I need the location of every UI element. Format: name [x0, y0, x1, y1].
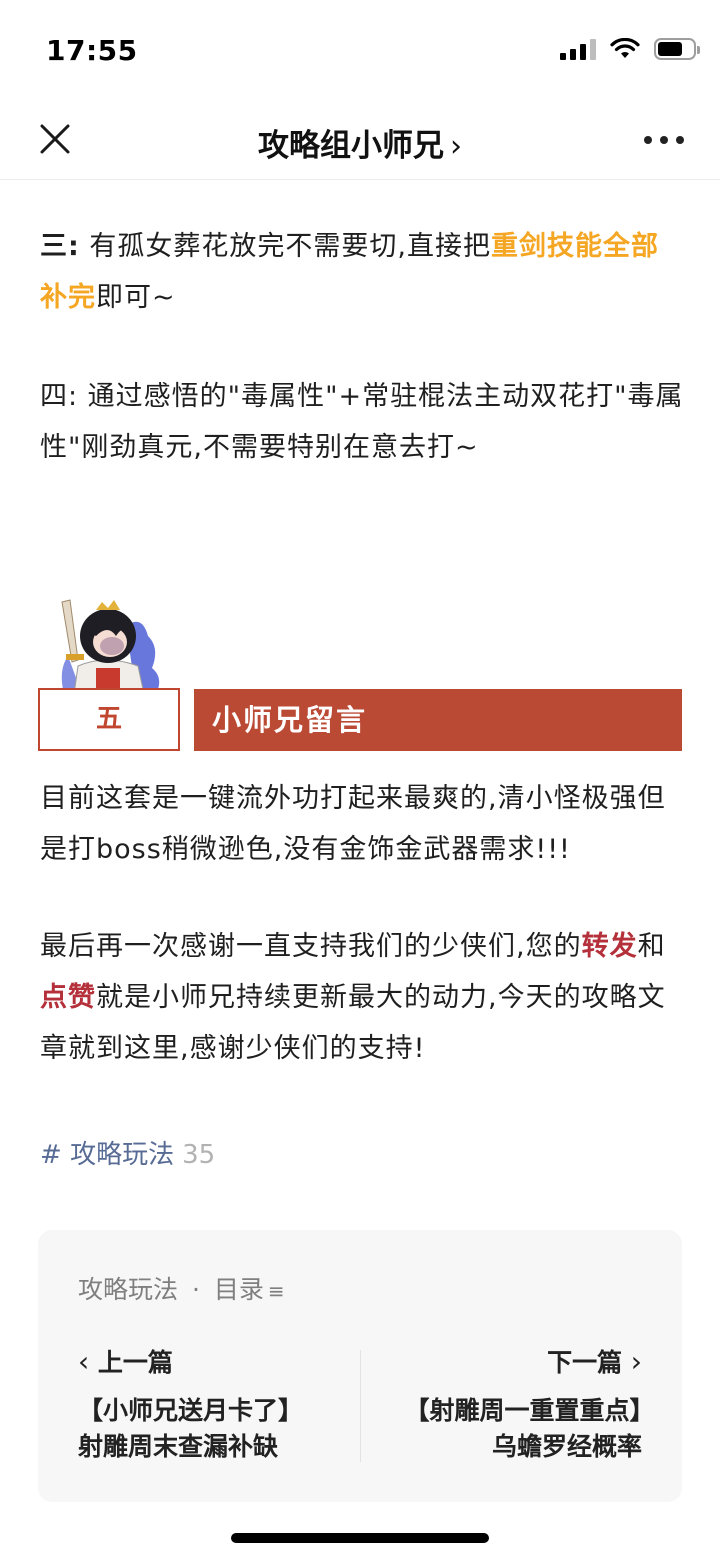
highlight-share: 转发	[581, 931, 638, 962]
paragraph-step-three: 三: 有孤女葬花放完不需要切,直接把重剑技能全部补完即可~	[40, 221, 684, 323]
paragraph-text: 有孤女葬花放完不需要切,直接把	[79, 231, 491, 262]
highlight-like: 点赞	[40, 982, 96, 1013]
next-label-text: 下一篇	[547, 1348, 623, 1377]
paragraph-text: 最后再一次感谢一直支持我们的少侠们,您的	[40, 931, 582, 962]
home-indicator[interactable]	[231, 1533, 489, 1543]
album-directory-label: 目录	[213, 1275, 264, 1304]
previous-article-title: 【小师兄送月卡了】射雕周末查漏补缺	[78, 1396, 304, 1461]
more-icon[interactable]	[644, 136, 684, 144]
topic-tag[interactable]: # 攻略玩法 35	[40, 1134, 215, 1171]
next-article-link[interactable]: 下一篇 › 【射雕周一重置重点】乌蟾罗经概率	[402, 1342, 642, 1465]
status-time: 17:55	[46, 34, 138, 67]
section-number: 五	[38, 688, 180, 751]
status-bar: 17:55	[0, 0, 720, 100]
separator-dot: ·	[191, 1275, 200, 1304]
previous-label: ‹ 上一篇	[78, 1342, 318, 1383]
chibi-swordsman-illustration	[56, 596, 164, 696]
chevron-right-icon: ›	[450, 129, 462, 164]
list-icon: ≡	[267, 1279, 285, 1303]
paragraph-step-four: 四: 通过感悟的"毒属性"+常驻棍法主动双花打"毒属性"刚劲真元,不需要特别在意…	[40, 381, 684, 463]
hash-icon: #	[40, 1140, 62, 1170]
album-name: 攻略玩法	[78, 1275, 179, 1304]
album-directory-link[interactable]: 攻略玩法 · 目录 ≡	[78, 1270, 285, 1306]
paragraph-text: 即可~	[96, 282, 176, 313]
previous-article-link[interactable]: ‹ 上一篇 【小师兄送月卡了】射雕周末查漏补缺	[78, 1342, 318, 1465]
wifi-icon	[610, 38, 640, 60]
next-label: 下一篇 ›	[402, 1342, 642, 1383]
previous-label-text: 上一篇	[97, 1348, 173, 1377]
next-article-title: 【射雕周一重置重点】乌蟾罗经概率	[404, 1396, 642, 1461]
battery-level	[658, 42, 683, 56]
nav-bar: 攻略组小师兄 ›	[0, 100, 720, 180]
paragraph-text: 和	[637, 931, 666, 962]
account-name: 攻略组小师兄	[258, 128, 444, 164]
section-title: 小师兄留言	[194, 689, 682, 751]
chevron-left-icon: ‹	[78, 1345, 90, 1378]
topic-tag-count: 35	[182, 1140, 216, 1170]
cellular-signal-icon	[560, 38, 596, 60]
step-prefix: 三:	[40, 231, 80, 262]
paragraph-thanks: 最后再一次感谢一直支持我们的少侠们,您的转发和点赞就是小师兄持续更新最大的动力,…	[40, 921, 684, 1074]
paragraph-message: 目前这套是一键流外功打起来最爽的,清小怪极强但是打boss稍微逊色,没有金饰金武…	[40, 783, 666, 865]
album-card: 攻略玩法 · 目录 ≡ ‹ 上一篇 【小师兄送月卡了】射雕周末查漏补缺 下一篇 ›…	[38, 1230, 682, 1502]
topic-tag-name: 攻略玩法	[70, 1140, 175, 1170]
divider	[360, 1350, 361, 1462]
chevron-right-icon: ›	[630, 1345, 642, 1378]
battery-icon	[654, 38, 700, 60]
status-icons	[560, 38, 700, 60]
paragraph-text: 就是小师兄持续更新最大的动力,今天的攻略文章就到这里,感谢少侠们的支持!	[40, 982, 666, 1064]
account-title[interactable]: 攻略组小师兄 ›	[0, 120, 720, 165]
